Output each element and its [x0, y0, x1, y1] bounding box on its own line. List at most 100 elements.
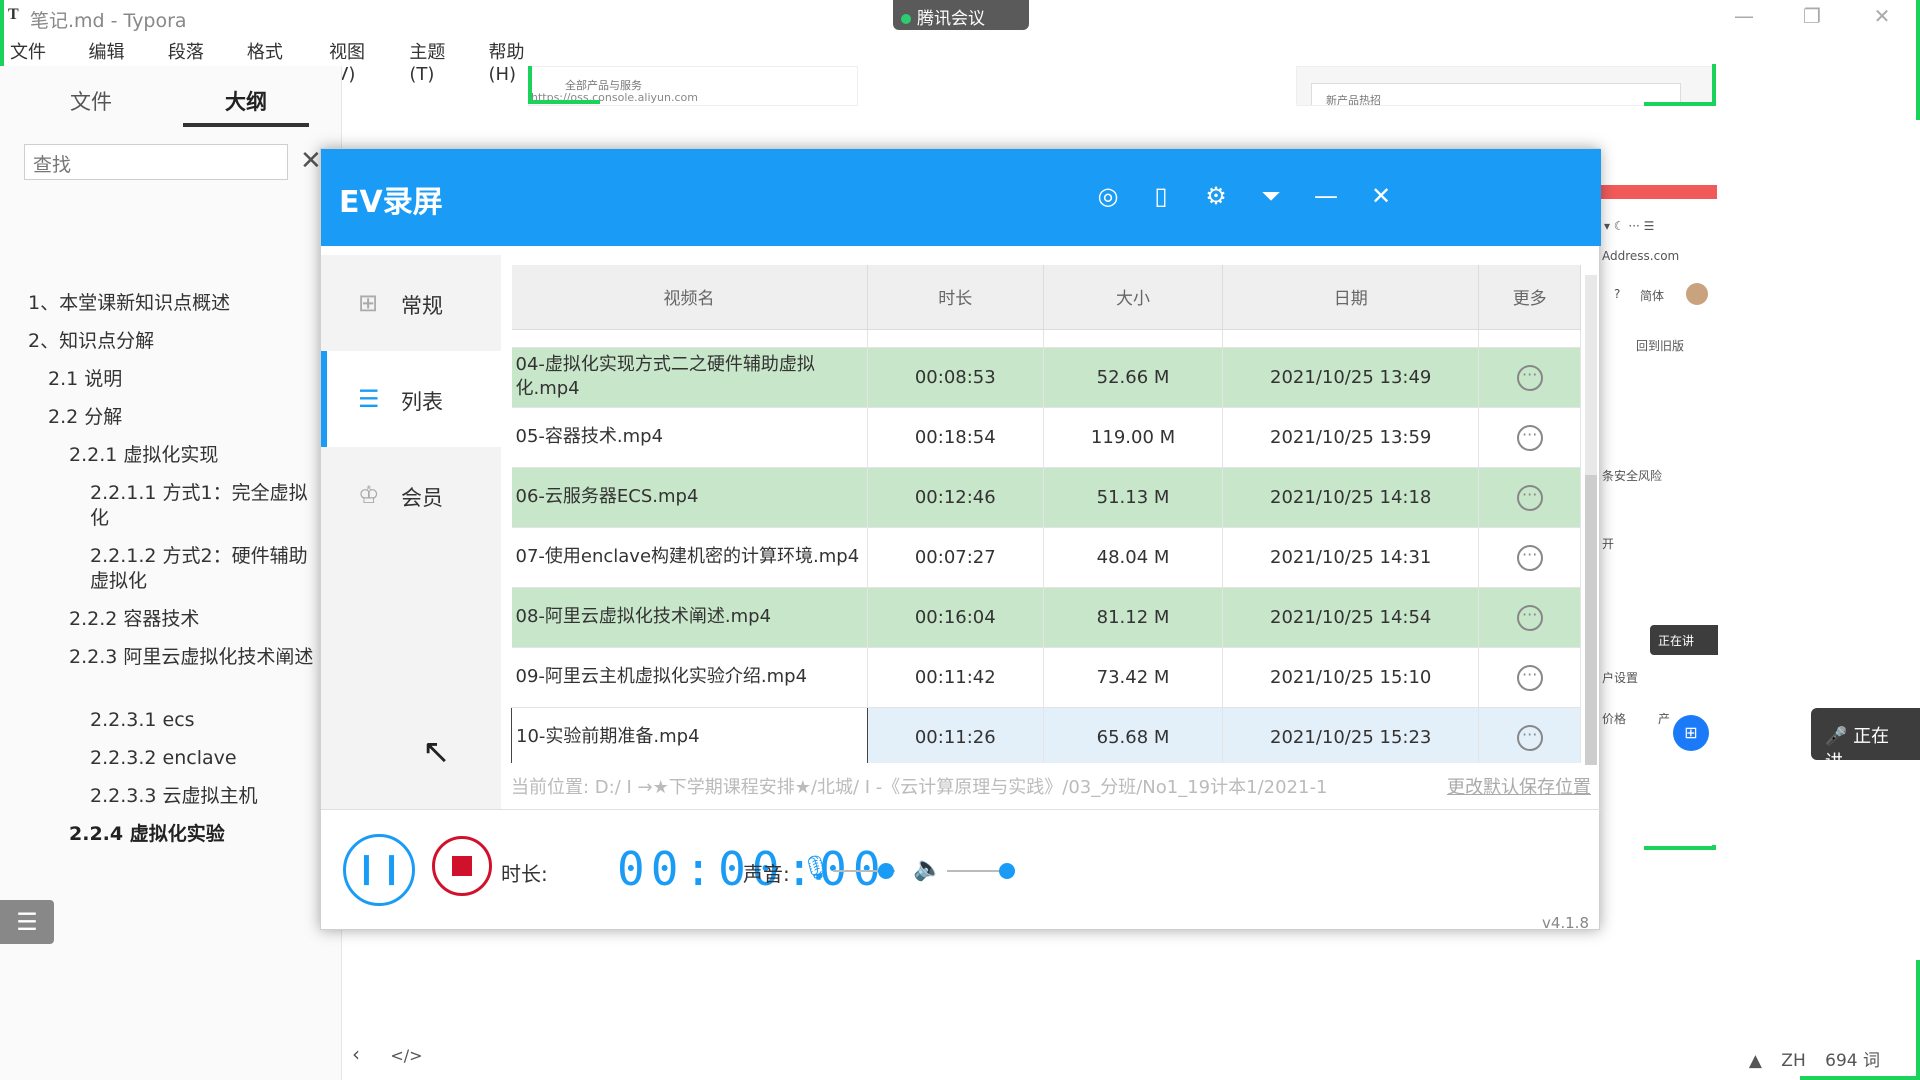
pause-button[interactable]: ❙❙ [343, 834, 415, 906]
video-date: 2021/10/25 15:23 [1222, 707, 1480, 763]
outline-item[interactable]: 2.1 说明 [48, 367, 122, 392]
video-name[interactable]: 09-阿里云主机虚拟化实验介绍.mp4 [511, 647, 868, 708]
nav-list[interactable]: ☰ 列表 [321, 351, 501, 447]
browser-address: Address.com [1602, 249, 1680, 263]
tab-files[interactable]: 文件 [28, 86, 154, 116]
video-date: 2021/10/25 14:18 [1222, 467, 1480, 528]
outline-item[interactable]: 2.2 分解 [48, 405, 122, 430]
mic-off-icon: 🎤 [1825, 726, 1848, 747]
more-icon[interactable]: ··· [1516, 724, 1543, 751]
minimize-button[interactable]: — [1724, 4, 1764, 30]
outline-search-input[interactable]: 查找 [24, 144, 288, 180]
more-icon[interactable]: ··· [1516, 664, 1543, 691]
more-icon[interactable]: ··· [1516, 604, 1543, 631]
grid-icon[interactable]: ⊞ [1673, 715, 1709, 751]
screen-share-marker [1712, 64, 1716, 106]
ev-logo: EV录屏 [339, 185, 443, 220]
menu-format[interactable]: 格式(O) [237, 36, 319, 85]
phone-icon[interactable]: ▯ [1144, 179, 1178, 213]
video-name[interactable]: 06-云服务器ECS.mp4 [511, 467, 868, 528]
stop-button[interactable] [432, 836, 492, 896]
screen-share-marker [528, 66, 532, 104]
table-row[interactable]: 09-阿里云主机虚拟化实验介绍.mp4 00:11:42 73.42 M 202… [511, 647, 1581, 708]
speaker-volume-knob[interactable] [999, 863, 1015, 879]
screen-share-border [1916, 960, 1920, 1080]
column-header-name[interactable]: 视频名 [511, 265, 868, 330]
video-name[interactable]: 08-阿里云虚拟化技术阐述.mp4 [511, 587, 868, 648]
nav-member[interactable]: ♔ 会员 [321, 447, 501, 543]
nav-general[interactable]: ⊞ 常规 [321, 255, 501, 351]
menu-theme[interactable]: 主题(T) [399, 36, 478, 85]
more-icon[interactable]: ··· [1516, 364, 1543, 391]
video-name[interactable]: 04-虚拟化实现方式二之硬件辅助虚拟化.mp4 [511, 347, 868, 408]
table-row[interactable]: 08-阿里云虚拟化技术阐述.mp4 00:16:04 81.12 M 2021/… [511, 587, 1581, 648]
outline-item[interactable]: 2.2.3.3 云虚拟主机 [90, 784, 258, 809]
video-name-edit-field[interactable]: 10-实验前期准备.mp4 [511, 706, 868, 763]
column-header-duration[interactable]: 时长 [867, 265, 1045, 330]
outline-item[interactable]: 2.2.2 容器技术 [69, 607, 199, 632]
table-header: 视频名 时长 大小 日期 更多 [511, 265, 1581, 330]
statusbar-left: ‹ </> [352, 1042, 447, 1066]
close-icon[interactable]: ✕ [300, 146, 322, 176]
ev-recorder-window: EV录屏 ◎ ▯ ⚙ ⏷ — ✕ ⊞ 常规 ☰ 列表 ♔ 会员 视频名 时长 大… [320, 148, 1601, 932]
mic-volume-knob[interactable] [877, 863, 894, 879]
source-code-icon[interactable]: </> [390, 1046, 422, 1065]
column-header-size[interactable]: 大小 [1043, 265, 1224, 330]
video-name[interactable]: 05-容器技术.mp4 [511, 407, 868, 468]
menu-help[interactable]: 帮助(H) [478, 36, 560, 85]
video-size: 81.12 M [1043, 587, 1224, 648]
close-icon[interactable]: ✕ [1364, 179, 1398, 213]
user-icon[interactable]: ◎ [1091, 179, 1125, 213]
close-button[interactable]: ✕ [1862, 4, 1902, 30]
menu-view[interactable]: 视图(V) [319, 36, 399, 85]
browser-titlebar [1600, 185, 1717, 199]
microphone-icon[interactable]: 🎙 [801, 854, 831, 882]
browser-text: 开 [1602, 537, 1615, 551]
column-header-date[interactable]: 日期 [1222, 265, 1480, 330]
menu-paragraph[interactable]: 段落(P) [158, 36, 237, 85]
dropdown-icon[interactable]: ⏷ [1254, 179, 1288, 213]
word-count[interactable]: 694 词 [1825, 1051, 1880, 1071]
table-row[interactable]: 05-容器技术.mp4 00:18:54 119.00 M 2021/10/25… [511, 407, 1581, 468]
speaker-volume-slider[interactable] [947, 870, 1007, 872]
typora-app-icon: T [8, 6, 19, 23]
video-duration: 00:11:26 [867, 707, 1045, 763]
meeting-indicator[interactable]: 腾讯会议 [893, 0, 1029, 30]
gear-icon[interactable]: ⚙ [1199, 179, 1233, 213]
outline-item[interactable]: 2.2.1.1 方式1：完全虚拟化 [90, 481, 310, 531]
menu-file[interactable]: 文件(F) [0, 36, 78, 85]
outline-item[interactable]: 2、知识点分解 [28, 329, 154, 354]
table-row[interactable]: 07-使用enclave构建机密的计算环境.mp4 00:07:27 48.04… [511, 527, 1581, 588]
video-duration: 00:11:42 [867, 647, 1045, 708]
outline-item[interactable]: 2.2.1.2 方式2：硬件辅助虚拟化 [90, 544, 310, 594]
more-icon[interactable]: ··· [1516, 544, 1543, 571]
outline-item-active[interactable]: 2.2.4 虚拟化实验 [69, 822, 225, 847]
table-row[interactable]: 04-虚拟化实现方式二之硬件辅助虚拟化.mp4 00:08:53 52.66 M… [511, 347, 1581, 408]
fragment-text: 新产品热招 [1311, 83, 1681, 105]
more-icon[interactable]: ··· [1516, 484, 1543, 511]
video-duration: 00:16:04 [867, 587, 1045, 648]
chevron-left-icon[interactable]: ‹ [352, 1042, 360, 1066]
list-scrollbar[interactable] [1585, 275, 1597, 765]
scrollbar-thumb[interactable] [1585, 475, 1597, 765]
sidebar-toggle-icon[interactable]: ☰ [0, 900, 54, 944]
minimize-icon[interactable]: — [1309, 179, 1343, 213]
change-save-path-link[interactable]: 更改默认保存位置 [1441, 773, 1591, 799]
table-row[interactable]: 06-云服务器ECS.mp4 00:12:46 51.13 M 2021/10/… [511, 467, 1581, 528]
video-name[interactable]: 07-使用enclave构建机密的计算环境.mp4 [511, 527, 868, 588]
outline-item[interactable]: 2.2.3.1 ecs [90, 708, 195, 733]
more-cell: ··· [1478, 407, 1581, 468]
maximize-button[interactable]: ❐ [1792, 4, 1832, 30]
outline-item[interactable]: 2.2.3 阿里云虚拟化技术阐述 [69, 645, 319, 670]
tab-outline[interactable]: 大纲 [183, 86, 309, 116]
menu-edit[interactable]: 编辑(E) [78, 36, 157, 85]
video-duration: 00:08:53 [867, 347, 1045, 408]
speaker-icon[interactable]: 🔈 [913, 854, 943, 882]
grid-icon: ⊞ [358, 289, 379, 317]
outline-item[interactable]: 1、本堂课新知识点概述 [28, 291, 230, 316]
more-icon[interactable]: ··· [1516, 424, 1543, 451]
table-row-selected[interactable]: 10-实验前期准备.mp4 00:11:26 65.68 M 2021/10/2… [511, 706, 1581, 763]
outline-item[interactable]: 2.2.1 虚拟化实现 [69, 443, 218, 468]
more-cell: ··· [1478, 587, 1581, 648]
outline-item[interactable]: 2.2.3.2 enclave [90, 746, 237, 771]
